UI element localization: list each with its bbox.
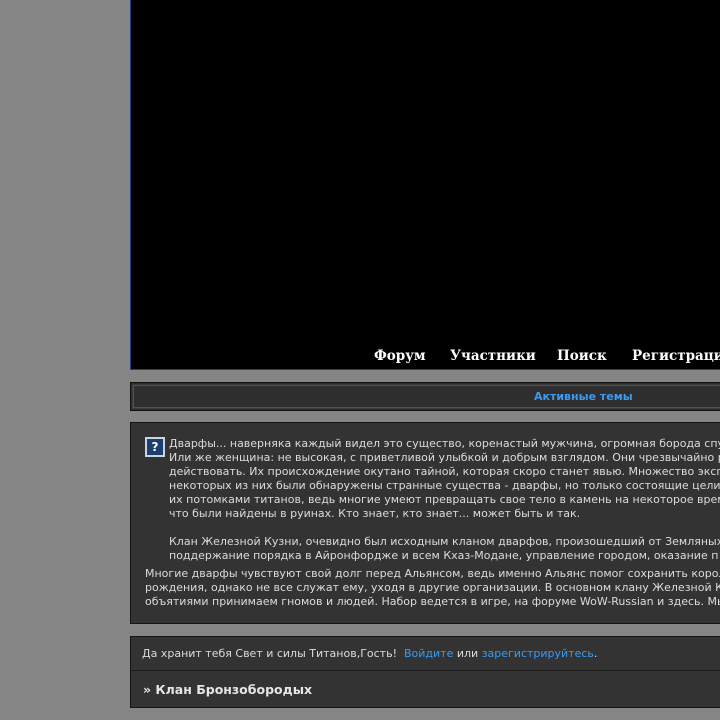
question-icon: ? (145, 437, 165, 457)
welcome-greeting: Да хранит тебя Свет и силы Титанов,Гость… (142, 647, 397, 660)
announcement-line: Клан Железной Кузни, очевидно был исходн… (169, 535, 720, 548)
divider (131, 670, 720, 671)
active-topics-bar: Активные темы (130, 382, 720, 411)
announcement-line: Или же женщина: не высокая, с приветливо… (169, 451, 720, 464)
announcement-line: рождения, однако не все служат ему, уход… (145, 581, 720, 594)
announcement-paragraph-3: Многие дварфы чувствуют свой долг перед … (145, 567, 720, 609)
announcement-paragraph-2: Клан Железной Кузни, очевидно был исходн… (169, 535, 720, 563)
announcement-line: поддержание порядка в Айронфордже и всем… (169, 549, 719, 562)
announcement-box: ? Дварфы... наверняка каждый видел это с… (130, 422, 720, 624)
announcement-line: Дварфы... наверняка каждый видел это сущ… (169, 437, 720, 450)
nav-register[interactable]: Регистрация (632, 348, 720, 364)
nav-search[interactable]: Поиск (557, 348, 607, 364)
announcement-line: их потомками титанов, ведь многие умеют … (169, 493, 720, 506)
welcome-or: или (456, 647, 479, 660)
active-topics-link[interactable]: Активные темы (534, 390, 633, 403)
nav-forum[interactable]: Форум (374, 348, 426, 364)
welcome-box: Да хранит тебя Свет и силы Титанов,Гость… (130, 636, 720, 708)
announcement-line: объятиями принимаем гномов и людей. Набо… (145, 595, 720, 608)
welcome-text: Да хранит тебя Свет и силы Титанов,Гость… (142, 647, 597, 660)
login-link[interactable]: Войдите (404, 647, 453, 660)
nav-members[interactable]: Участники (450, 348, 536, 364)
register-link[interactable]: зарегистрируйтесь (482, 647, 594, 660)
announcement-line: что были найдены в руинах. Кто знает, кт… (169, 507, 581, 520)
welcome-period: . (593, 647, 598, 660)
announcement-line: некоторых из них были обнаружены странны… (169, 479, 720, 492)
header-banner: Форум Участники Поиск Регистрация (130, 0, 720, 370)
main-nav: Форум Участники Поиск Регистрация (131, 344, 720, 370)
section-title[interactable]: » Клан Бронзобородых (143, 682, 312, 697)
announcement-line: действовать. Их происхождение окутано та… (169, 465, 720, 478)
announcement-paragraph-1: Дварфы... наверняка каждый видел это сущ… (169, 437, 720, 521)
announcement-line: Многие дварфы чувствуют свой долг перед … (145, 567, 720, 580)
